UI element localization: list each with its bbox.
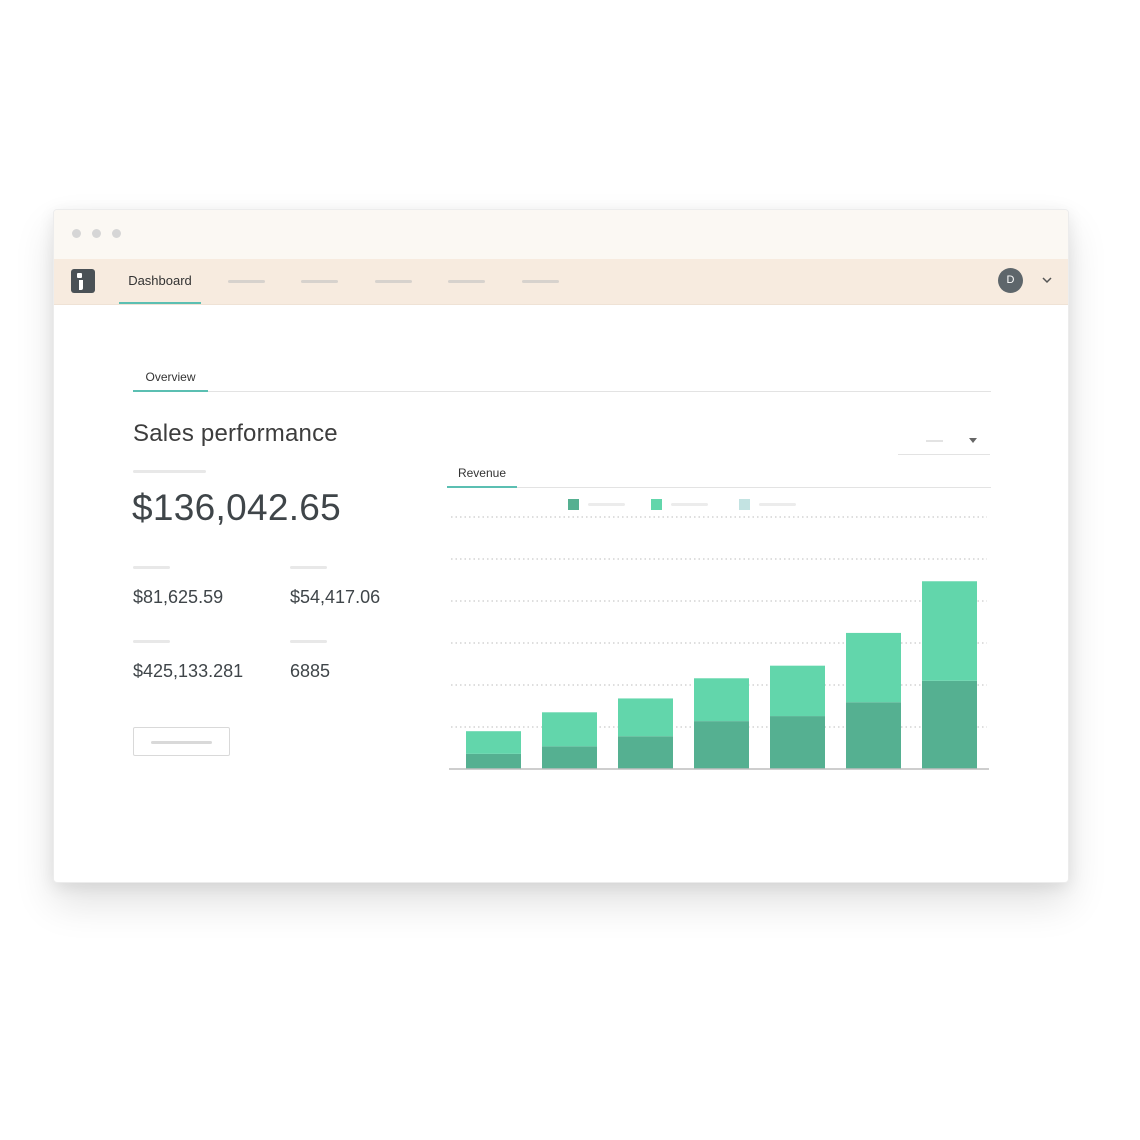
tab-revenue[interactable]: Revenue (447, 460, 517, 488)
nav-tab-dashboard[interactable]: Dashboard (119, 259, 201, 304)
nav-tab-placeholder[interactable] (301, 280, 338, 283)
app-logo-icon[interactable] (71, 269, 95, 293)
legend-swatch (739, 499, 750, 510)
legend-label-placeholder (588, 503, 625, 506)
bar-segment[interactable] (694, 721, 749, 769)
stat-value: $54,417.06 (290, 587, 381, 607)
legend-swatch (651, 499, 662, 510)
bar-segment[interactable] (466, 753, 521, 769)
details-button[interactable] (133, 727, 230, 756)
bar-segment[interactable] (542, 712, 597, 747)
bar-segment[interactable] (770, 716, 825, 769)
nav-tab-placeholder[interactable] (522, 280, 559, 283)
label-placeholder (133, 640, 170, 643)
page-title: Sales performance (133, 420, 338, 447)
top-navbar: Dashboard D (54, 259, 1068, 305)
label-placeholder (133, 566, 170, 569)
window-close-dot[interactable] (72, 229, 81, 238)
legend-swatch (568, 499, 579, 510)
main-content: Overview Sales performance $136,042.65 $… (54, 305, 1068, 882)
window-maximize-dot[interactable] (112, 229, 121, 238)
revenue-chart (449, 516, 989, 770)
bar-segment[interactable] (770, 665, 825, 717)
bar-segment[interactable] (618, 698, 673, 737)
legend-label-placeholder (759, 503, 796, 506)
dropdown-arrow-icon (969, 438, 977, 443)
nav-tab-placeholder[interactable] (228, 280, 265, 283)
stat-value: 6885 (290, 661, 331, 681)
bar-segment[interactable] (694, 678, 749, 722)
bar-segment[interactable] (618, 736, 673, 769)
window-titlebar (54, 210, 1068, 259)
tabs-divider (133, 391, 991, 392)
nav-tab-placeholder[interactable] (448, 280, 485, 283)
label-placeholder (290, 640, 327, 643)
stat-value: $425,133.281 (133, 661, 244, 681)
period-select[interactable] (898, 425, 990, 455)
stat-value: $81,625.59 (133, 587, 224, 607)
legend-label-placeholder (671, 503, 708, 506)
bar-segment[interactable] (542, 746, 597, 769)
bar-segment[interactable] (846, 632, 901, 703)
window-minimize-dot[interactable] (92, 229, 101, 238)
chart-tabs-divider (447, 487, 991, 488)
bar-segment[interactable] (922, 581, 977, 681)
bar-segment[interactable] (922, 680, 977, 769)
bar-segment[interactable] (466, 731, 521, 754)
label-placeholder (290, 566, 327, 569)
nav-tab-placeholder[interactable] (375, 280, 412, 283)
chevron-down-icon[interactable] (1042, 275, 1052, 285)
bar-segment[interactable] (846, 702, 901, 769)
total-sales-value: $136,042.65 (132, 487, 342, 528)
browser-window: Dashboard D Overview Sales performance $… (53, 209, 1069, 883)
user-avatar[interactable]: D (998, 268, 1023, 293)
label-placeholder (133, 470, 206, 473)
tab-overview[interactable]: Overview (133, 364, 208, 392)
